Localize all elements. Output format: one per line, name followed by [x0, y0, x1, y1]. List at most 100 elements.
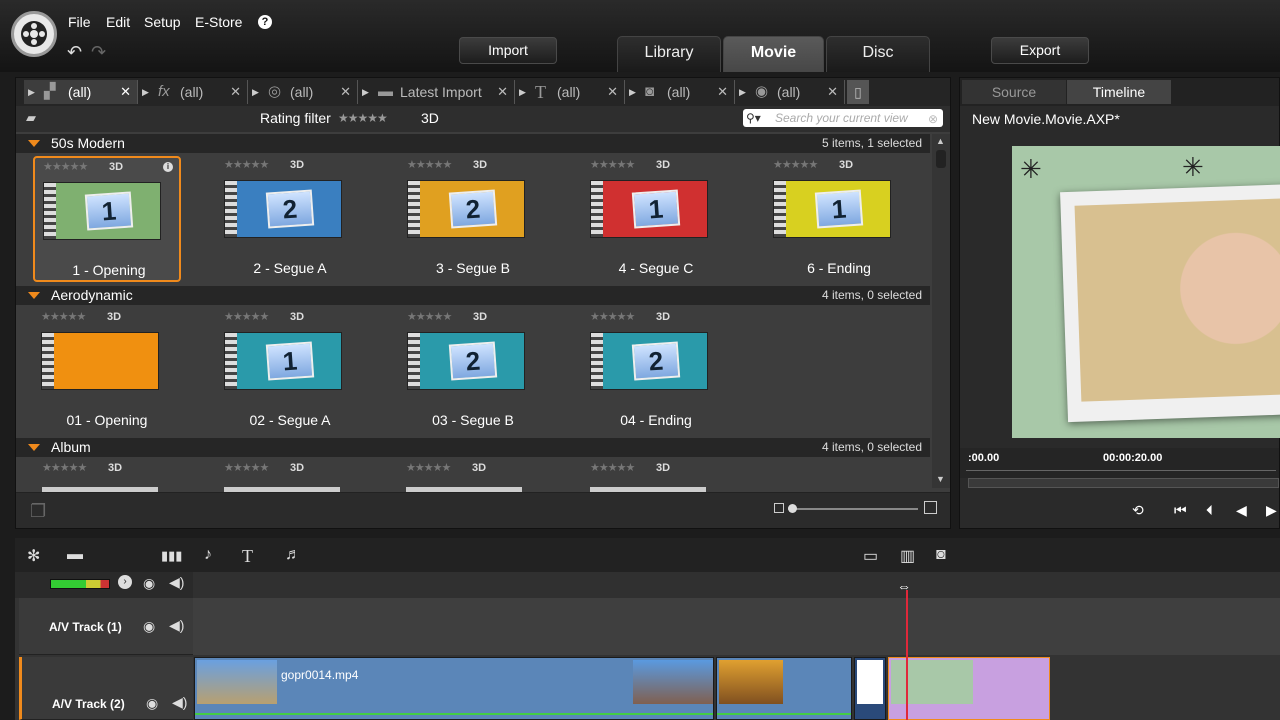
preview-scrubber[interactable]	[968, 478, 1279, 488]
info-icon[interactable]: i	[163, 162, 173, 172]
scroll-thumb[interactable]	[936, 150, 946, 168]
collapse-arrow-icon[interactable]	[28, 292, 40, 299]
help-icon[interactable]: ?	[258, 15, 272, 29]
speaker-icon[interactable]: ◀)	[169, 617, 184, 634]
rating-stars[interactable]: ★★★★★	[224, 310, 269, 323]
rating-stars[interactable]: ★★★★★	[41, 310, 86, 323]
clip-3[interactable]	[854, 657, 886, 720]
close-icon[interactable]: ✕	[340, 80, 351, 104]
import-button[interactable]: Import	[459, 37, 557, 64]
library-folder-icon[interactable]: ▰	[26, 110, 36, 126]
library-tab-media[interactable]: ▶ ▞ (all) ✕	[24, 80, 138, 104]
speaker-icon[interactable]: ◀)	[169, 574, 184, 591]
expand-arrow-icon[interactable]: ▶	[362, 80, 369, 104]
go-to-start-icon[interactable]: ⏮	[1174, 502, 1187, 519]
undo-icon[interactable]: ↶	[67, 42, 82, 63]
music-icon[interactable]: ♪	[204, 546, 212, 564]
audio-mixer-icon[interactable]: ▮▮▮	[161, 548, 182, 564]
library-scrollbar[interactable]: ▲ ▼	[932, 134, 950, 488]
preview-ruler[interactable]: :00.00 00:00:20.00	[960, 448, 1279, 478]
export-button[interactable]: Export	[991, 37, 1089, 64]
eye-icon[interactable]: ◉	[143, 618, 155, 635]
play-icon[interactable]: ▶	[1266, 502, 1277, 519]
rating-stars[interactable]: ★★★★★	[590, 158, 635, 171]
menu-estore[interactable]: E-Store	[195, 14, 242, 30]
clip-2[interactable]	[716, 657, 852, 720]
track-header-1[interactable]: A/V Track (1) ◉ ◀)	[19, 598, 193, 655]
menu-edit[interactable]: Edit	[106, 14, 130, 30]
track-header-2[interactable]: A/V Track (2) ◉ ◀)	[19, 657, 193, 720]
stack-icon[interactable]: ❐	[30, 501, 46, 522]
library-item[interactable]: ★★★★★ 3D 2 2 - Segue A	[216, 156, 364, 282]
scroll-down-icon[interactable]: ▼	[936, 474, 945, 484]
rating-stars[interactable]: ★★★★★	[590, 461, 635, 474]
search-icon[interactable]: ⚲▾	[746, 111, 761, 125]
close-icon[interactable]: ✕	[230, 80, 241, 104]
microphone-icon[interactable]: ♬	[285, 546, 301, 564]
new-tab-icon[interactable]: ▯	[847, 80, 869, 104]
rating-stars[interactable]: ★★★★★	[406, 461, 451, 474]
library-item[interactable]: ★★★★★ 3D 1 4 - Segue C	[582, 156, 730, 282]
expand-icon[interactable]: ›	[118, 575, 132, 589]
group-header-album[interactable]: Album 4 items, 0 selected	[16, 438, 930, 457]
collapse-arrow-icon[interactable]	[28, 444, 40, 451]
rating-stars[interactable]: ★★★★★	[42, 461, 87, 474]
library-tab-latest-import[interactable]: ▶ ▬ Latest Import ✕	[358, 80, 515, 104]
rating-stars[interactable]: ★★★★★	[590, 310, 635, 323]
library-item[interactable]: ★★★★★ 3D 2 03 - Segue B	[399, 308, 547, 434]
track-lane-1[interactable]	[193, 598, 1280, 655]
close-icon[interactable]: ✕	[717, 80, 728, 104]
loop-icon[interactable]: ⟲	[1132, 502, 1144, 519]
expand-arrow-icon[interactable]: ▶	[142, 80, 149, 104]
library-item[interactable]: ★★★★★ 3D 2 04 - Ending	[582, 308, 730, 434]
clear-search-icon[interactable]: ⊗	[928, 112, 938, 126]
playhead[interactable]	[906, 590, 908, 720]
group-header-50s-modern[interactable]: 50s Modern 5 items, 1 selected	[16, 134, 930, 153]
tab-timeline[interactable]: Timeline	[1067, 80, 1171, 104]
zoom-slider[interactable]	[788, 508, 918, 510]
tab-movie[interactable]: Movie	[723, 36, 824, 72]
rating-stars[interactable]: ★★★★★	[407, 158, 452, 171]
speaker-icon[interactable]: ◀)	[172, 694, 187, 711]
close-icon[interactable]: ✕	[120, 80, 131, 104]
rating-stars[interactable]: ★★★★★	[43, 160, 88, 173]
redo-icon[interactable]: ↷	[91, 42, 106, 63]
zoom-slider-handle[interactable]	[788, 504, 797, 513]
scrub-handle-icon[interactable]: ⇔	[897, 578, 911, 594]
library-item[interactable]: ★★★★★ 3D 1 6 - Ending	[765, 156, 913, 282]
library-item[interactable]: ★★★★★ 3D 01 - Opening	[33, 308, 181, 434]
step-back-icon[interactable]: ◀	[1236, 502, 1247, 519]
tab-source[interactable]: Source	[962, 80, 1066, 104]
large-thumb-icon[interactable]	[924, 501, 937, 514]
rating-stars[interactable]: ★★★★★	[407, 310, 452, 323]
snapshot-camera-icon[interactable]: ◙	[936, 546, 946, 564]
library-tab-fx[interactable]: ▶ fx (all) ✕	[138, 80, 248, 104]
eye-icon[interactable]: ◉	[146, 695, 158, 712]
library-tab-titles[interactable]: ▶ T (all) ✕	[515, 80, 625, 104]
track-header-icon[interactable]: ▬	[67, 546, 83, 564]
title-tool-icon[interactable]: T	[242, 546, 253, 567]
expand-arrow-icon[interactable]: ▶	[629, 80, 636, 104]
eye-icon[interactable]: ◉	[143, 575, 155, 592]
library-tab-discs[interactable]: ▶ ◉ (all) ✕	[735, 80, 845, 104]
small-thumb-icon[interactable]	[774, 503, 784, 513]
trash-icon[interactable]: ▥	[900, 546, 915, 566]
close-icon[interactable]: ✕	[497, 80, 508, 104]
expand-arrow-icon[interactable]: ▶	[28, 80, 35, 104]
close-icon[interactable]: ✕	[827, 80, 838, 104]
library-tab-reel[interactable]: ▶ ◎ (all) ✕	[248, 80, 358, 104]
search-input[interactable]: Search your current view	[743, 109, 943, 127]
clip-gopr0014[interactable]: gopr0014.mp4	[194, 657, 714, 720]
rating-stars[interactable]: ★★★★★	[773, 158, 818, 171]
timeline-ruler[interactable]	[193, 572, 1280, 598]
razor-icon[interactable]: ▭	[863, 546, 878, 566]
library-item[interactable]: ★★★★★ 3D 1 02 - Segue A	[216, 308, 364, 434]
expand-arrow-icon[interactable]: ▶	[739, 80, 746, 104]
collapse-arrow-icon[interactable]	[28, 140, 40, 147]
rating-stars[interactable]: ★★★★★	[224, 461, 269, 474]
expand-arrow-icon[interactable]: ▶	[252, 80, 259, 104]
settings-gear-icon[interactable]: ✻	[27, 546, 40, 566]
menu-file[interactable]: File	[68, 14, 91, 30]
library-tab-photos[interactable]: ▶ ◙ (all) ✕	[625, 80, 735, 104]
scroll-up-icon[interactable]: ▲	[936, 136, 945, 146]
